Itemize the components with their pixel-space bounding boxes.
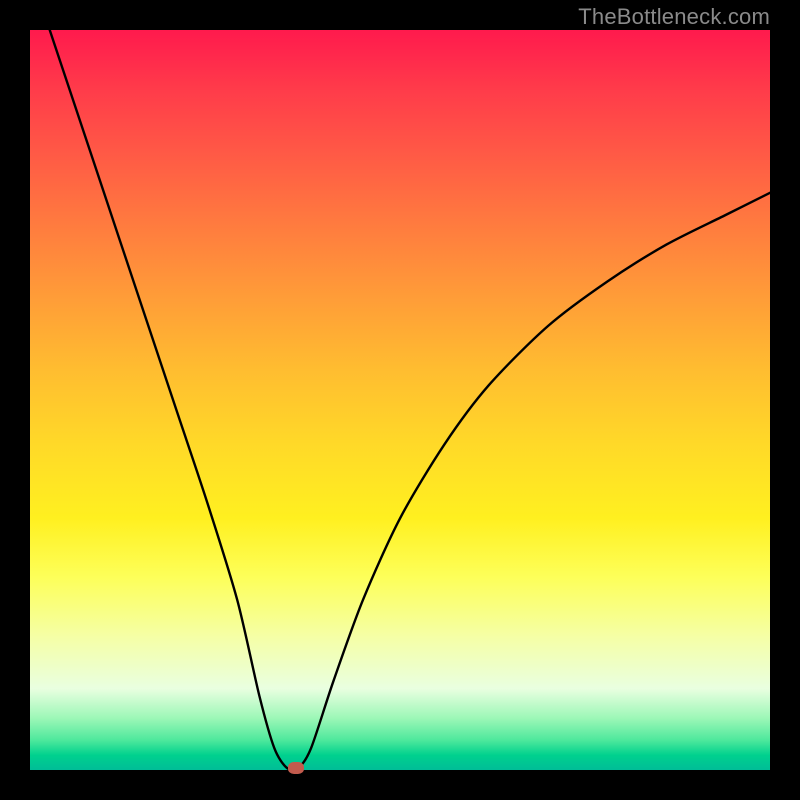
watermark: TheBottleneck.com xyxy=(578,4,770,30)
chart-frame: TheBottleneck.com xyxy=(0,0,800,800)
bottleneck-curve xyxy=(30,30,770,770)
optimum-marker xyxy=(288,762,304,774)
plot-area xyxy=(30,30,770,770)
